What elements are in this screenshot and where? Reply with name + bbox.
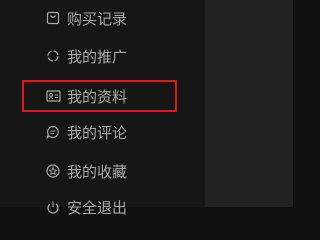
sidebar-item-purchase-records[interactable]: 购买记录: [45, 7, 127, 29]
share-circle-icon: [45, 48, 61, 64]
sidebar-item-my-profile[interactable]: 我的资料: [45, 85, 127, 107]
bag-icon: [45, 10, 61, 26]
comment-icon: [45, 124, 61, 140]
sidebar-item-my-favorites[interactable]: 我的收藏: [45, 160, 127, 182]
star-icon: [45, 163, 61, 179]
sidebar-item-label: 我的收藏: [67, 162, 128, 181]
main-content-area: [205, 0, 293, 207]
sidebar: 购买记录 我的推广 我的资料 我的评论 我的收藏 安全退出: [0, 0, 205, 217]
power-icon: [45, 199, 61, 215]
sidebar-item-my-promotion[interactable]: 我的推广: [45, 45, 127, 67]
sidebar-item-label: 我的评论: [67, 123, 128, 142]
sidebar-item-label: 购买记录: [67, 9, 128, 28]
sidebar-item-label: 我的资料: [67, 87, 128, 106]
id-card-icon: [45, 88, 61, 104]
sidebar-item-label: 我的推广: [67, 47, 128, 66]
sidebar-item-label: 安全退出: [67, 198, 128, 217]
sidebar-item-logout[interactable]: 安全退出: [45, 196, 127, 218]
sidebar-item-my-comments[interactable]: 我的评论: [45, 121, 127, 143]
